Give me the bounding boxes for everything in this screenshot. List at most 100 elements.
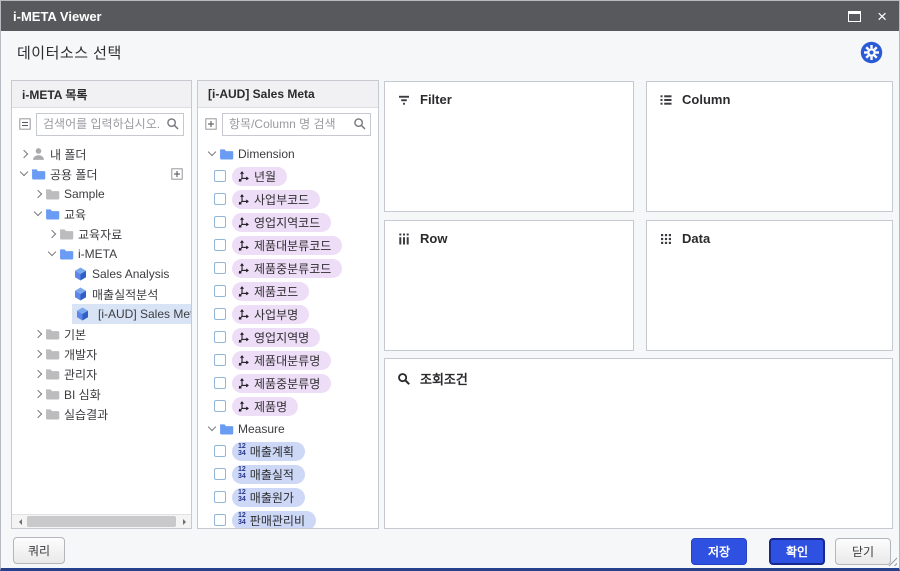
tree-item-iaud-sales-meta-selected[interactable]: [i-AUD] Sales Meta (12, 304, 191, 324)
chevron-right-icon[interactable] (46, 228, 58, 240)
dimension-pill[interactable]: 제품중분류명 (232, 374, 331, 393)
checkbox[interactable] (214, 170, 226, 182)
checkbox[interactable] (214, 445, 226, 457)
close-icon[interactable]: × (877, 8, 887, 25)
dimension-pill[interactable]: 제품명 (232, 397, 298, 416)
dimension-item[interactable]: 제품대분류코드 (198, 234, 378, 256)
checkbox[interactable] (214, 354, 226, 366)
measure-item[interactable]: 1234 판매관리비 (198, 509, 378, 528)
tree-item-shared-folder[interactable]: 공용 폴더 (12, 164, 191, 184)
dimension-item[interactable]: 제품중분류코드 (198, 257, 378, 279)
dimension-item[interactable]: 제품코드 (198, 280, 378, 302)
checkbox[interactable] (214, 331, 226, 343)
checkbox[interactable] (214, 491, 226, 503)
checkbox[interactable] (214, 400, 226, 412)
chevron-right-icon[interactable] (32, 328, 44, 340)
search-icon[interactable] (353, 117, 367, 131)
tree-item-sample[interactable]: Sample (12, 184, 191, 204)
chevron-right-icon[interactable] (18, 148, 30, 160)
ok-button[interactable]: 확인 (769, 538, 825, 565)
measure-item[interactable]: 1234 매출원가 (198, 486, 378, 508)
tree-item-education[interactable]: 교육 (12, 204, 191, 224)
chevron-right-icon[interactable] (32, 388, 44, 400)
checkbox[interactable] (214, 285, 226, 297)
close-button[interactable]: 닫기 (835, 538, 891, 565)
dimension-pill[interactable]: 사업부명 (232, 305, 309, 324)
dimension-item[interactable]: 제품대분류명 (198, 349, 378, 371)
dimension-pill[interactable]: 영업지역명 (232, 328, 320, 347)
dimension-pill[interactable]: 년월 (232, 167, 287, 186)
checkbox[interactable] (214, 468, 226, 480)
dimension-pill[interactable]: 영업지역코드 (232, 213, 331, 232)
search-icon[interactable] (166, 117, 180, 131)
chevron-right-icon[interactable] (32, 368, 44, 380)
tree-item-sales-analysis[interactable]: Sales Analysis (12, 264, 191, 284)
filter-icon (397, 93, 411, 107)
scroll-left-icon[interactable] (12, 515, 26, 528)
checkbox[interactable] (214, 308, 226, 320)
collapse-all-icon[interactable] (19, 118, 31, 130)
left-search-input[interactable] (36, 113, 184, 136)
dimension-item[interactable]: 제품명 (198, 395, 378, 417)
chevron-down-icon[interactable] (46, 248, 58, 260)
dimension-pill[interactable]: 제품대분류명 (232, 351, 331, 370)
data-drop-zone[interactable]: Data (646, 220, 893, 351)
dimension-item[interactable]: 년월 (198, 165, 378, 187)
dimension-item[interactable]: 영업지역코드 (198, 211, 378, 233)
measure-pill[interactable]: 1234 매출원가 (232, 488, 305, 507)
measure-item[interactable]: 1234 매출계획 (198, 440, 378, 462)
tree-item-basic[interactable]: 기본 (12, 324, 191, 344)
meta-search-input[interactable] (222, 113, 371, 136)
checkbox[interactable] (214, 239, 226, 251)
scroll-right-icon[interactable] (177, 515, 191, 528)
query-button[interactable]: 쿼리 (13, 537, 65, 564)
column-drop-zone[interactable]: Column (646, 81, 893, 212)
dimension-item[interactable]: 사업부코드 (198, 188, 378, 210)
checkbox[interactable] (214, 193, 226, 205)
checkbox[interactable] (214, 216, 226, 228)
tree-item-admin[interactable]: 관리자 (12, 364, 191, 384)
chevron-down-icon[interactable] (18, 168, 30, 180)
checkbox[interactable] (214, 377, 226, 389)
chevron-right-icon[interactable] (32, 348, 44, 360)
tree-item-developer[interactable]: 개발자 (12, 344, 191, 364)
dimension-item[interactable]: 제품중분류명 (198, 372, 378, 394)
chevron-right-icon[interactable] (32, 188, 44, 200)
tree-item-education-material[interactable]: 교육자료 (12, 224, 191, 244)
chevron-right-icon[interactable] (32, 408, 44, 420)
tree-item-sales-performance[interactable]: 매출실적분석 (12, 284, 191, 304)
dimension-pill[interactable]: 제품코드 (232, 282, 309, 301)
maximize-icon[interactable] (848, 11, 861, 22)
folder-icon (45, 327, 60, 341)
numbers-icon: 1234 (238, 490, 246, 503)
dimension-item[interactable]: 영업지역명 (198, 326, 378, 348)
scrollbar-thumb[interactable] (27, 516, 176, 527)
tree-item-my-folder[interactable]: 내 폴더 (12, 144, 191, 164)
dimension-pill[interactable]: 제품중분류코드 (232, 259, 342, 278)
dimension-item[interactable]: 사업부명 (198, 303, 378, 325)
checkbox[interactable] (214, 514, 226, 526)
horizontal-scrollbar[interactable] (12, 514, 191, 528)
dimension-folder[interactable]: Dimension (198, 144, 378, 164)
dimension-pill[interactable]: 사업부코드 (232, 190, 320, 209)
tree-item-bi-advanced[interactable]: BI 심화 (12, 384, 191, 404)
expand-all-icon[interactable] (205, 118, 217, 130)
chevron-down-icon[interactable] (32, 208, 44, 220)
measure-pill[interactable]: 1234 판매관리비 (232, 511, 316, 529)
chevron-down-icon[interactable] (206, 148, 218, 160)
measure-folder[interactable]: Measure (198, 419, 378, 439)
checkbox[interactable] (214, 262, 226, 274)
chevron-down-icon[interactable] (206, 423, 218, 435)
save-button[interactable]: 저장 (691, 538, 747, 565)
query-condition-zone[interactable]: 조회조건 (384, 358, 893, 529)
dimension-pill[interactable]: 제품대분류코드 (232, 236, 342, 255)
tree-item-practice-result[interactable]: 실습결과 (12, 404, 191, 424)
row-drop-zone[interactable]: Row (384, 220, 634, 351)
tree-item-imeta-folder[interactable]: i-META (12, 244, 191, 264)
measure-item[interactable]: 1234 매출실적 (198, 463, 378, 485)
measure-pill[interactable]: 1234 매출실적 (232, 465, 305, 484)
expand-all-icon[interactable] (171, 168, 183, 180)
measure-pill[interactable]: 1234 매출계획 (232, 442, 305, 461)
filter-drop-zone[interactable]: Filter (384, 81, 634, 212)
settings-gear-icon[interactable] (860, 41, 883, 64)
